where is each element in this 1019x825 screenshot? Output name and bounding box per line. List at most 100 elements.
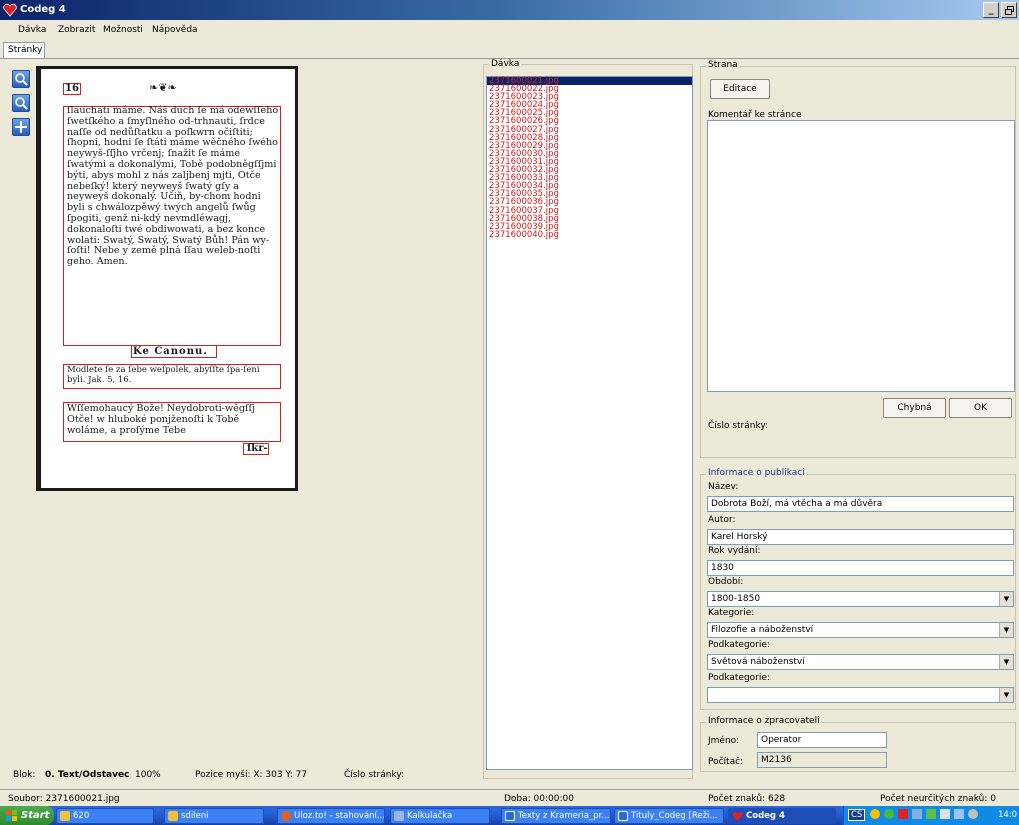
category-label: Kategorie: [708,608,755,618]
menu-bar: Dávka Zobrazit Možnosti Nápověda [0,21,1019,39]
task-calculator[interactable]: Kalkulačka [390,808,490,824]
paragraph-2: Modlete ſe za ſebe weſpolek, abyſſte ſpa… [67,365,260,385]
task-folder-sdileni[interactable]: sdileni [164,808,264,824]
edit-button[interactable]: Editace [710,79,770,99]
year-label: Rok vydání: [708,546,761,556]
author-label: Autor: [708,515,736,525]
computer-field: M2136 [757,752,887,768]
display-icon[interactable] [912,809,922,819]
subcategory-select[interactable]: Světová náboženství ▼ [707,654,1014,670]
fit-page-button[interactable] [12,118,30,136]
mouse-position: Pozice myši: X: 303 Y: 77 [195,770,308,780]
author-field[interactable]: Karel Horský [707,529,1014,545]
task-codeg[interactable]: Codeg 4 [728,808,836,824]
volume-icon[interactable] [940,809,950,819]
start-button[interactable]: Start [0,806,54,825]
page-number-label: Číslo stránky: [708,421,769,431]
minimize-button[interactable]: _ [983,2,999,18]
folder-icon [60,811,70,821]
network-icon[interactable] [884,809,894,819]
scanned-page[interactable]: 16 ❧❦❧ ſlauchati máme. Náš duch ſe má od… [36,66,298,491]
menu-moznosti[interactable]: Možnosti [103,25,143,35]
browser-icon [281,811,291,821]
task-label: sdileni [181,811,209,821]
heading-text: Ke Canonu. [133,346,208,357]
start-label: Start [21,810,50,821]
task-tituly[interactable]: Tituly_Codeg [Reži... [614,808,724,824]
spreadsheet-icon [505,811,515,821]
chevron-down-icon[interactable]: ▼ [999,688,1013,702]
chevron-down-icon[interactable]: ▼ [999,592,1013,606]
operator-label: Jméno: [708,736,740,746]
task-firefox[interactable]: Uloz.to! - stahování... [277,808,385,824]
chevron-down-icon[interactable]: ▼ [999,655,1013,669]
task-label: Codeg 4 [746,811,785,821]
usb-icon[interactable] [954,809,964,819]
window-title: Codeg 4 [20,4,66,15]
update-icon[interactable] [926,809,936,819]
batch-file-list[interactable]: 2371600021.jpg 2371600022.jpg 2371600023.j… [486,76,693,770]
period-value: 1800-1850 [711,594,761,604]
app-heart-icon [3,3,17,17]
status-uncertain-count: Počet neurčitých znaků: 0 [880,794,996,804]
antivirus-icon[interactable] [898,809,908,819]
comment-textarea[interactable] [707,120,1015,392]
paragraph-3: Wſſemohaucý Bože! Neydobroti-wěgſſj Otče… [67,403,256,436]
page-number-text: 16 [65,83,79,94]
chevron-down-icon[interactable]: ▼ [999,623,1013,637]
period-select[interactable]: 1800-1850 ▼ [707,591,1014,607]
year-field[interactable]: 1830 [707,560,1014,576]
title-bar: Codeg 4 _ [0,0,1019,20]
restore-button[interactable] [1001,2,1017,18]
paragraph-1: ſlauchati máme. Náš duch ſe má odewſſeho… [67,105,279,268]
computer-label: Počítač: [708,757,744,767]
period-label: Období: [708,577,744,587]
status-file: Soubor: 2371600021.jpg [8,794,120,804]
processor-label: Informace o zpracovateli [706,716,822,726]
operator-field[interactable]: Operator [757,732,887,748]
zoom-level: 100% [135,770,161,780]
calculator-icon [394,811,404,821]
status-bar: Soubor: 2371600021.jpg Doba: 00:00:00 Po… [0,789,1019,806]
task-texty[interactable]: Texty z Krameria_pr... [501,808,611,824]
zoom-out-button[interactable] [12,94,30,112]
app-heart-icon [732,811,743,821]
clock: 14:0 [998,810,1018,820]
language-indicator[interactable]: CS [848,809,866,821]
task-label: Uloz.to! - stahování... [294,811,385,821]
subcategory2-label: Podkategorie: [708,673,770,683]
subcategory-value: Světová náboženství [711,657,805,667]
page-group-label: Strana [706,60,740,70]
subcategory2-select[interactable]: ▼ [707,687,1014,703]
task-label: Texty z Krameria_pr... [518,811,610,821]
name-label: Název: [708,482,739,492]
window-controls: _ [983,2,1017,18]
ok-button[interactable]: OK [949,398,1012,418]
ornament-icon: ❧❦❧ [149,81,177,94]
batch-label: Dávka [489,59,522,69]
viewer-page-number: Číslo stránky: [344,770,405,780]
publication-label: Informace o publikaci [706,468,807,478]
spreadsheet-icon [618,811,628,821]
shield-icon[interactable] [870,809,880,819]
task-folder-620[interactable]: 620 [56,808,154,824]
zoom-in-icon [15,73,28,86]
block-value: 0. Text/Odstavec [45,770,130,780]
category-value: Filozofie a náboženství [711,625,814,635]
menu-napoveda[interactable]: Nápověda [152,25,198,35]
block-label: Blok: [13,770,36,780]
category-select[interactable]: Filozofie a náboženství ▼ [707,622,1014,638]
menu-zobrazit[interactable]: Zobrazit [58,25,95,35]
tab-stranky[interactable]: Stránky [3,42,45,58]
system-tray: CS 14:0 [843,806,1019,825]
menu-davka[interactable]: Dávka [18,25,46,35]
task-label: Kalkulačka [407,811,453,821]
name-field[interactable]: Dobrota Boží, má vtěcha a má důvěra [707,496,1014,512]
bad-button[interactable]: Chybná [883,398,946,418]
comment-label: Komentář ke stránce [708,110,802,120]
subcategory-label: Podkategorie: [708,640,770,650]
zoom-in-button[interactable] [12,70,30,88]
restore-icon [1004,5,1014,15]
batch-list-item[interactable]: 2371600040.jpg [487,230,692,239]
bluetooth-icon[interactable] [968,809,978,819]
